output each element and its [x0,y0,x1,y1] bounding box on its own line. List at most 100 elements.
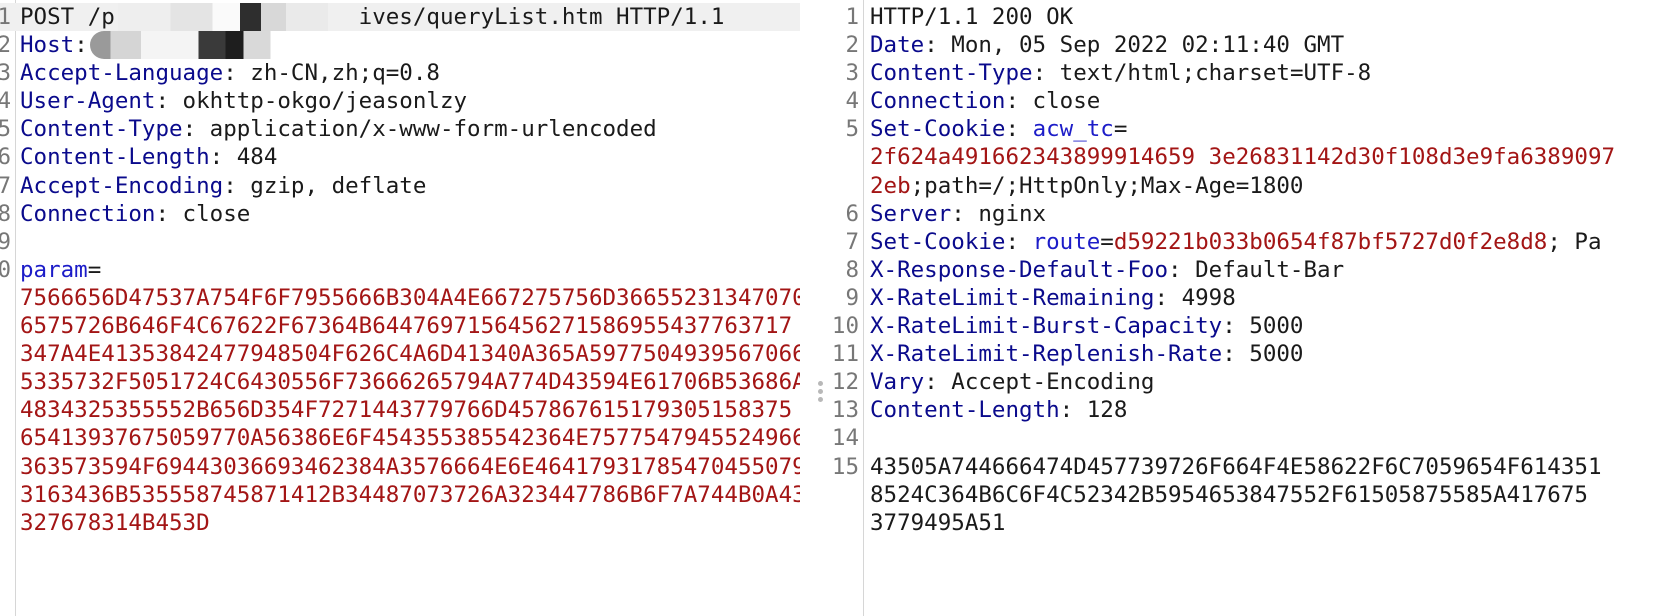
line-text: 327678314B453D [20,509,210,537]
line-number: 3 [845,60,859,87]
plain-text: = [1113,116,1128,143]
response-lines: 1 HTTP/1.1 200 OK 2 Date: Mon, 05 Sep 2022 … [830,3,1676,537]
line-number: 9 [845,284,859,311]
request-line: 65413937675059770A56386E6F45435538554236… [0,424,800,452]
pane-splitter-handle[interactable] [816,378,824,408]
line-number: 2 [845,32,859,59]
response-line: 10 X-RateLimit-Burst-Capacity: 5000 [830,312,1676,340]
header-name: X-Response-Default-Foo [870,256,1169,283]
plain-text: ives/queryList.htm HTTP/1.1 [358,4,725,30]
response-line: 11 X-RateLimit-Replenish-Rate: 5000 [830,340,1676,368]
header-name: Content-Type [870,60,1033,87]
line-text: 7566656D47537A754F6F7955666B304A4E667275… [20,284,800,312]
plain-text: = [87,256,102,283]
line-number: 3 [0,60,11,87]
plain-text: : [74,32,88,59]
line-text: 6575726B646F4C67622F67364B64476971564562… [20,312,800,340]
line-text: param= [20,256,101,284]
response-line: 4 Connection: close [830,87,1676,115]
request-editor[interactable]: 1 POST /pr ives/queryList.htm HTTP/1.1 2 Ho… [0,0,800,616]
plain-text: : text/html;charset=UTF-8 [1032,60,1372,87]
response-line: 3779495A51 [830,509,1676,537]
line-text: Accept-Language: zh-CN,zh;q=0.8 [20,59,440,87]
cookie-name: param [20,256,88,283]
header-name: X-RateLimit-Burst-Capacity [870,313,1223,340]
plain-text: POST /pr [20,4,129,30]
request-line: 5 Content-Type: application/x-www-form-ur… [0,115,800,143]
plain-text: ; Pa [1547,228,1602,255]
line-text: 3779495A51 [870,509,1005,537]
response-line: 15 43505A744666474D457739726F664F4E58622F… [830,453,1676,481]
line-text: Content-Type: text/html;charset=UTF-8 [870,59,1371,87]
line-text: Vary: Accept-Encoding [870,368,1154,396]
header-name: User-Agent [20,88,156,115]
plain-text: : zh-CN,zh;q=0.8 [223,60,440,87]
response-viewer[interactable]: 1 HTTP/1.1 200 OK 2 Date: Mon, 05 Sep 2022 … [830,0,1676,616]
line-number: 8 [0,200,11,227]
request-line: 5335732F5051724C6430556F73666265794A774D… [0,368,800,396]
plain-text: : Mon, 05 Sep 2022 02:11:40 GMT [924,32,1345,59]
line-number: 1 [845,4,859,30]
line-text: Content-Length: 484 [20,143,277,171]
response-line: 7 Set-Cookie: route=d59221b033b0654f87bf5… [830,228,1676,256]
response-line: 5 Set-Cookie: acw_tc= [830,115,1676,143]
header-name: Connection [20,200,156,227]
header-name: Vary [870,369,925,396]
request-line: 9 [0,228,800,256]
request-line: 4 User-Agent: okhttp-okgo/jeasonlzy [0,87,800,115]
line-text: Content-Length: 128 [870,396,1127,424]
request-line: 4834325355552B656D354F7271443779766D4578… [0,396,800,424]
line-number: 1 [0,4,11,30]
header-name: Connection [870,88,1006,115]
request-line: 6 Content-Length: 484 [0,143,800,171]
line-text: Set-Cookie: acw_tc= [870,115,1127,143]
response-line: 12 Vary: Accept-Encoding [830,368,1676,396]
line-text: 4834325355552B656D354F7271443779766D4578… [20,396,800,424]
line-number: 10 [0,256,11,283]
request-line: 3163436B535558745871412B34487073726A3234… [0,481,800,509]
plain-text: 43505A744666474D457739726F664F4E58622F6C… [870,453,1602,480]
header-name: X-RateLimit-Replenish-Rate [870,341,1223,368]
response-line: 9 X-RateLimit-Remaining: 4998 [830,284,1676,312]
line-number: 12 [831,369,859,396]
line-number: 10 [831,313,859,340]
request-lines: 1 POST /pr ives/queryList.htm HTTP/1.1 2 Ho… [0,3,800,537]
line-text: X-RateLimit-Burst-Capacity: 5000 [870,312,1303,340]
header-name: Host [20,32,75,59]
plain-text: : 128 [1059,397,1128,424]
encoded-value: 2eb [870,172,911,199]
line-number: 5 [845,116,859,143]
line-number: 6 [845,200,859,227]
line-number: 13 [831,397,859,424]
plain-text: : 484 [209,144,278,171]
request-line: 8 Connection: close [0,200,800,228]
plain-text: : [1005,228,1033,255]
line-text: X-RateLimit-Remaining: 4998 [870,284,1236,312]
response-line: 6 Server: nginx [830,200,1676,228]
line-number: 6 [0,144,11,171]
plain-text: : application/x-www-form-urlencoded [182,116,657,143]
line-number: 4 [0,88,11,115]
line-text: Connection: close [870,87,1100,115]
plain-text: 8524C364B6C6F4C52342B5954653847552F61505… [870,481,1588,508]
encoded-value: 7566656D47537A754F6F7955666B304A4E667275… [20,284,800,311]
line-text: Accept-Encoding: gzip, deflate [20,172,426,200]
encoded-value: 363573594F69443036693462384A3576664E6E46… [20,453,800,480]
encoded-value: 5335732F5051724C6430556F73666265794A774D… [20,369,800,396]
line-text: HTTP/1.1 200 OK [870,3,1073,31]
line-text: X-Response-Default-Foo: Default-Bar [870,256,1344,284]
line-text: Date: Mon, 05 Sep 2022 02:11:40 GMT [870,31,1344,59]
line-text: User-Agent: okhttp-okgo/jeasonlzy [20,87,467,115]
line-number: 11 [831,341,859,368]
line-text: 65413937675059770A56386E6F45435538554236… [20,424,800,452]
request-line: 10 param= [0,256,800,284]
request-line: 3 Accept-Language: zh-CN,zh;q=0.8 [0,59,800,87]
request-line: 7566656D47537A754F6F7955666B304A4E667275… [0,284,800,312]
response-line: 8 X-Response-Default-Foo: Default-Bar [830,256,1676,284]
plain-text: : close [155,200,251,227]
response-line: 8524C364B6C6F4C52342B5954653847552F61505… [830,481,1676,509]
plain-text: : 5000 [1222,313,1304,340]
response-line: 2f624a491662343899914659 3e26831142d30f1… [830,143,1676,171]
header-name: Server [870,200,952,227]
response-line: 2 Date: Mon, 05 Sep 2022 02:11:40 GMT [830,31,1676,59]
